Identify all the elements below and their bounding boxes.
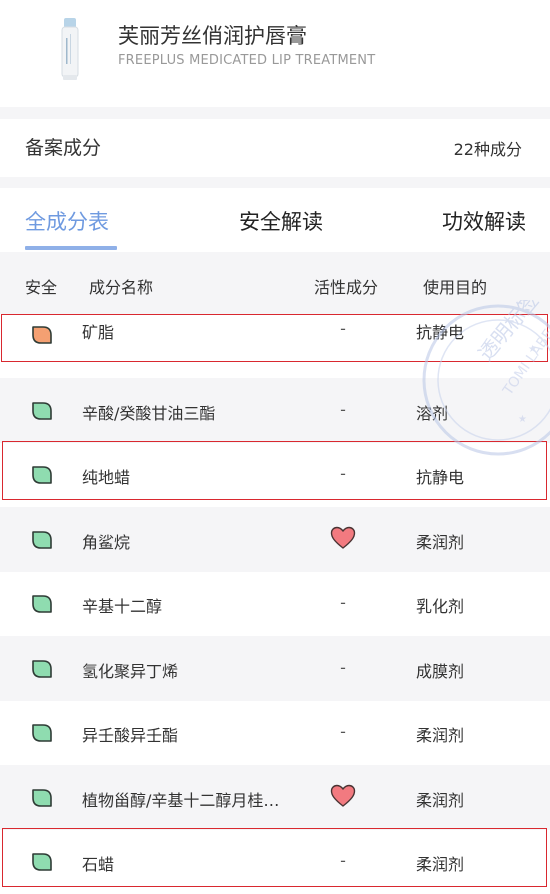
ingredient-name: 矿脂 [82, 323, 115, 342]
table-header: 安全 成分名称 活性成分 使用目的 [0, 252, 550, 314]
product-english-name: FREEPLUS MEDICATED LIP TREATMENT [118, 53, 376, 68]
tab-full-ingredients[interactable]: 全成分表 [25, 206, 109, 236]
tab-safety-analysis[interactable]: 安全解读 [239, 206, 323, 236]
product-header: 芙丽芳丝俏润护唇膏 FREEPLUS MEDICATED LIP TREATME… [0, 0, 550, 107]
header-ingredient-name: 成分名称 [89, 278, 154, 297]
active-ingredient-value: - [340, 464, 346, 483]
safety-leaf-orange-icon [32, 326, 52, 344]
safety-leaf-green-icon [32, 788, 52, 807]
tab-bar: 全成分表 安全解读 功效解读 [0, 188, 550, 252]
usage-purpose: 成膜剂 [416, 661, 465, 681]
usage-purpose: 柔润剂 [416, 532, 465, 552]
active-ingredient-value: - [340, 657, 346, 677]
ingredient-name: 角鲨烷 [82, 532, 131, 552]
active-ingredient-heart-icon [330, 526, 356, 549]
usage-purpose: 抗静电 [416, 323, 465, 342]
table-row[interactable]: 辛酸/癸酸甘油三酯 - 溶剂 [0, 378, 550, 443]
header-safety: 安全 [25, 278, 58, 297]
active-ingredient-value: - [340, 593, 346, 612]
usage-purpose: 抗静电 [416, 468, 465, 487]
ingredient-count: 22种成分 [453, 140, 522, 159]
ingredient-name: 辛基十二醇 [82, 597, 163, 616]
active-ingredient-value: - [340, 851, 346, 870]
active-ingredient-heart-icon [330, 784, 356, 807]
table-row[interactable]: 植物甾醇/辛基十二醇月桂… 柔润剂 [0, 765, 550, 830]
active-ingredient-value: - [340, 319, 346, 338]
active-ingredient-value: - [340, 722, 346, 741]
table-row[interactable]: 氢化聚异丁烯 - 成膜剂 [0, 636, 550, 701]
table-row[interactable]: 石蜡 - 柔润剂 [0, 830, 550, 894]
ingredient-name: 石蜡 [82, 855, 115, 874]
ingredient-name: 植物甾醇/辛基十二醇月桂… [82, 790, 280, 810]
ingredient-name: 异壬酸异壬酯 [82, 726, 179, 745]
usage-purpose: 柔润剂 [416, 790, 465, 810]
header-active-ingredient: 活性成分 [314, 278, 379, 297]
ingredient-name: 氢化聚异丁烯 [82, 661, 179, 681]
safety-leaf-green-icon [32, 401, 52, 420]
table-row[interactable]: 辛基十二醇 - 乳化剂 [0, 572, 550, 636]
active-tab-indicator [25, 246, 117, 250]
active-ingredient-value: - [340, 399, 346, 419]
safety-leaf-green-icon [32, 595, 52, 613]
usage-purpose: 乳化剂 [416, 597, 465, 616]
safety-leaf-green-icon [32, 466, 52, 484]
ingredient-name: 辛酸/癸酸甘油三酯 [82, 403, 216, 423]
usage-purpose: 溶剂 [416, 403, 449, 423]
registration-bar[interactable]: 备案成分 22种成分 [0, 119, 550, 177]
product-name: 芙丽芳丝俏润护唇膏 [118, 24, 307, 48]
usage-purpose: 柔润剂 [416, 726, 465, 745]
table-row[interactable]: 矿脂 - 抗静电 [0, 314, 550, 378]
ingredient-name: 纯地蜡 [82, 468, 131, 487]
safety-leaf-green-icon [32, 724, 52, 742]
registration-label: 备案成分 [25, 137, 102, 159]
lip-balm-tube-icon [61, 18, 79, 80]
safety-leaf-green-icon [32, 853, 52, 871]
header-purpose: 使用目的 [423, 278, 488, 297]
safety-leaf-green-icon [32, 530, 52, 549]
table-row[interactable]: 纯地蜡 - 抗静电 [0, 443, 550, 507]
table-row[interactable]: 角鲨烷 柔润剂 [0, 507, 550, 572]
usage-purpose: 柔润剂 [416, 855, 465, 874]
tab-efficacy-analysis[interactable]: 功效解读 [442, 206, 526, 236]
safety-leaf-green-icon [32, 659, 52, 678]
table-row[interactable]: 异壬酸异壬酯 - 柔润剂 [0, 701, 550, 765]
